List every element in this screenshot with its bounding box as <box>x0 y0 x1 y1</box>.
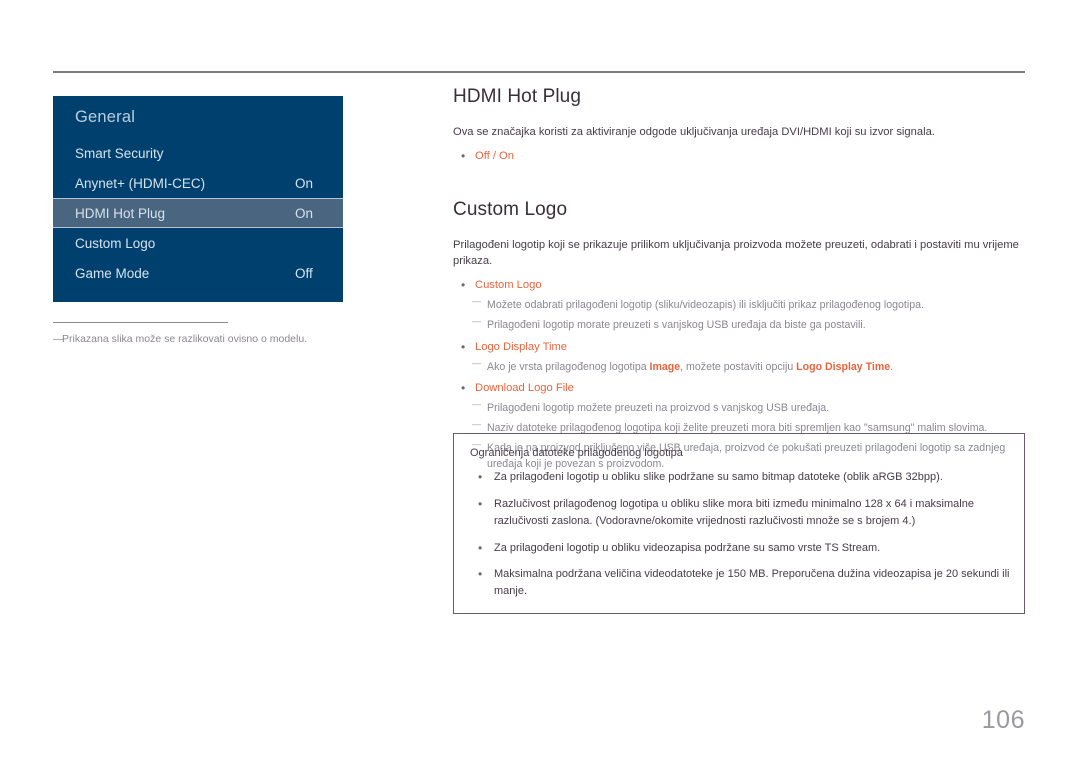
list-item: Download Logo File <box>453 379 1025 397</box>
image-footnote: ―Prikazana slika može se razlikovati ovi… <box>53 332 383 346</box>
osd-row-anynet-hdmi-cec[interactable]: Anynet+ (HDMI-CEC) On <box>53 168 343 198</box>
image-footnote-divider <box>53 322 228 323</box>
dash-marker-icon: ― <box>53 333 64 345</box>
osd-row-game-mode[interactable]: Game Mode Off <box>53 258 343 288</box>
osd-row-hdmi-hot-plug[interactable]: HDMI Hot Plug On <box>53 198 343 228</box>
image-footnote-text: Prikazana slika može se razlikovati ovis… <box>62 333 308 345</box>
hdmi-hot-plug-options: Off / On <box>453 147 1025 165</box>
list-item: Custom Logo <box>453 276 1025 294</box>
sub-note-mid: , možete postaviti opciju <box>680 360 797 373</box>
osd-menu-panel: General Smart Security Anynet+ (HDMI-CEC… <box>53 96 343 302</box>
osd-row-label: Anynet+ (HDMI-CEC) <box>75 175 206 191</box>
list-item: Off / On <box>453 147 1025 165</box>
osd-row-smart-security[interactable]: Smart Security <box>53 138 343 168</box>
osd-row-label: Game Mode <box>75 265 150 281</box>
note-box-title: Ograničenja datoteke prilagođenog logoti… <box>470 447 683 459</box>
osd-row-label: Smart Security <box>75 145 164 161</box>
page-top-divider <box>53 71 1025 73</box>
sub-note: Možete odabrati prilagođeni logotip (sli… <box>453 295 1025 314</box>
osd-row-label: Custom Logo <box>75 235 156 251</box>
page-number: 106 <box>981 706 1025 734</box>
osd-row-value: On <box>295 175 314 191</box>
section-heading-hdmi-hot-plug: HDMI Hot Plug <box>453 86 582 107</box>
section-heading-custom-logo: Custom Logo <box>453 198 568 220</box>
list-item: Razlučivost prilagođenog logotipa u obli… <box>468 495 1010 529</box>
osd-menu-title: General <box>75 108 136 126</box>
limitations-note-box: Ograničenja datoteke prilagođenog logoti… <box>453 433 1025 614</box>
osd-row-value: Off <box>295 265 313 281</box>
sub-note: Prilagođeni logotip možete preuzeti na p… <box>453 398 1025 417</box>
sub-note: Prilagođeni logotip morate preuzeti s va… <box>453 315 1025 334</box>
osd-row-label: HDMI Hot Plug <box>75 205 166 221</box>
sub-note-highlight-image: Image <box>649 360 681 373</box>
list-item: Za prilagođeni logotip u obliku videozap… <box>468 539 1010 557</box>
main-content: HDMI Hot Plug Ova se značajka koristi za… <box>453 86 1025 477</box>
sub-note-post: . <box>890 360 894 373</box>
osd-row-custom-logo[interactable]: Custom Logo <box>53 228 343 258</box>
list-item: Maksimalna podržana veličina videodatote… <box>468 565 1010 599</box>
osd-panel-bottom-padding <box>53 288 343 302</box>
hdmi-hot-plug-description: Ova se značajka koristi za aktiviranje o… <box>453 126 935 138</box>
note-box-list: Za prilagođeni logotip u obliku slike po… <box>468 468 1010 599</box>
custom-logo-description: Prilagođeni logotip koji se prikazuje pr… <box>453 238 1019 268</box>
osd-row-value: On <box>295 205 314 221</box>
sub-note-rich: Ako je vrsta prilagođenog logotipa Image… <box>453 357 1025 376</box>
sub-note-pre: Ako je vrsta prilagođenog logotipa <box>487 360 650 373</box>
list-item: Za prilagođeni logotip u obliku slike po… <box>468 468 1010 486</box>
sub-note-highlight-logo-display-time: Logo Display Time <box>796 360 891 373</box>
list-item: Logo Display Time <box>453 338 1025 356</box>
